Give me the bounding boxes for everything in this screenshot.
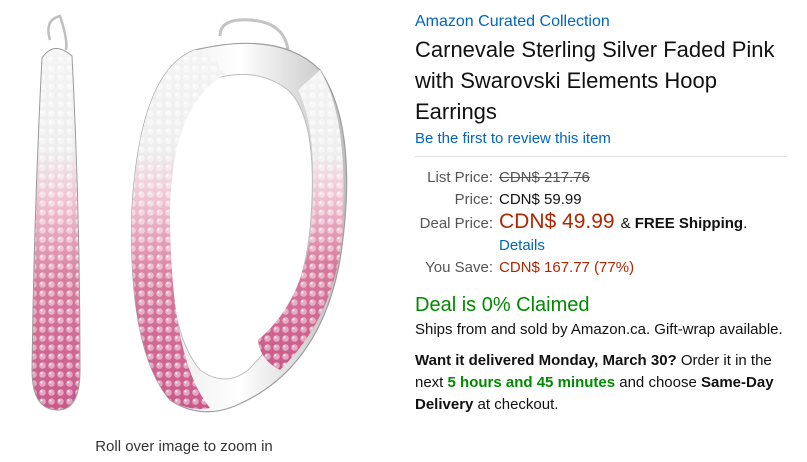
deal-claimed-status: Deal is 0% Claimed [415, 294, 590, 316]
you-save-row: You Save: CDN$ 167.77 (77%) [415, 257, 800, 279]
deal-price-value: CDN$ 49.99 [499, 210, 615, 233]
delivery-date: Want it delivered Monday, March 30? [415, 352, 677, 369]
ships-from-text: Ships from and sold by Amazon.ca. Gift-w… [415, 321, 783, 338]
countdown-timer: 5 hours and 45 minutes [447, 374, 616, 391]
price-value: CDN$ 59.99 [499, 191, 582, 208]
image-panel: Roll over image to zoom in [0, 0, 400, 462]
you-save-label: You Save: [425, 259, 493, 276]
review-link[interactable]: Be the first to review this item [415, 130, 800, 148]
divider [415, 156, 787, 157]
price-row: Price: CDN$ 59.99 [415, 189, 800, 211]
checkout-text: at checkout. [477, 396, 559, 413]
price-label: Price: [454, 191, 493, 208]
list-price-row: List Price: CDN$ 217.76 [415, 167, 800, 189]
list-price-label: List Price: [427, 169, 493, 186]
shipping-details-link[interactable]: Details [499, 235, 800, 257]
right-earring [131, 18, 348, 413]
zoom-hint: Roll over image to zoom in [95, 438, 273, 455]
free-shipping-bold: FREE Shipping [634, 215, 744, 232]
product-image[interactable] [20, 10, 380, 420]
product-title: Carnevale Sterling Silver Faded Pink wit… [415, 37, 775, 124]
price-table: List Price: CDN$ 217.76 Price: CDN$ 59.9… [415, 167, 800, 279]
list-price-value: CDN$ 217.76 [499, 169, 590, 186]
brand-link[interactable]: Amazon Curated Collection [415, 12, 800, 32]
free-shipping-text: & FREE Shipping. [621, 213, 748, 235]
shipping-prefix: & [620, 215, 631, 232]
left-earring [31, 14, 81, 411]
choose-text: and choose [619, 374, 697, 391]
delivery-message: Want it delivered Monday, March 30? Orde… [415, 350, 795, 416]
deal-price-label: Deal Price: [419, 215, 493, 232]
deal-price-row: Deal Price: CDN$ 49.99 & FREE Shipping. [415, 211, 800, 235]
shipping-suffix: . [743, 215, 748, 232]
product-details: Amazon Curated Collection Carnevale Ster… [415, 12, 800, 416]
you-save-value: CDN$ 167.77 (77%) [499, 259, 635, 276]
